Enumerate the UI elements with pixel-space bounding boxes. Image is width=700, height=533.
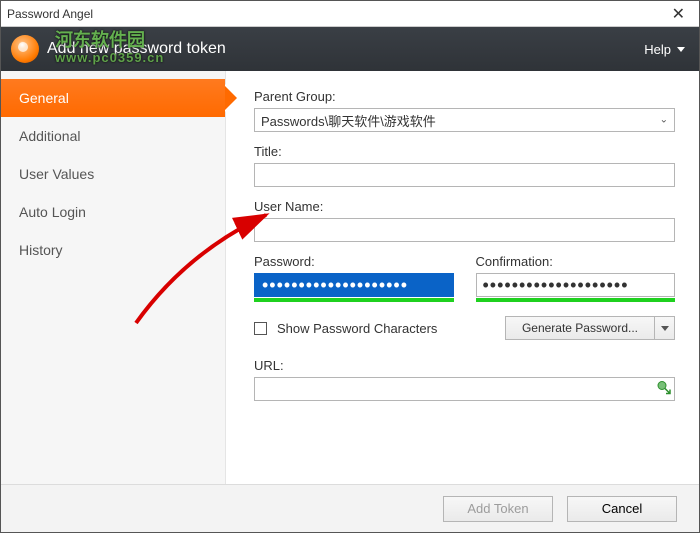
show-password-checkbox[interactable]	[254, 322, 267, 335]
generate-password-dropdown[interactable]	[655, 316, 675, 340]
chevron-down-icon	[661, 326, 669, 331]
url-label: URL:	[254, 358, 675, 373]
title-input[interactable]	[254, 163, 675, 187]
dialog-header: 河东软件园 www.pc0359.cn Add new password tok…	[1, 27, 699, 71]
window-title: Password Angel	[7, 7, 93, 21]
dialog-footer: Add Token Cancel	[1, 484, 699, 532]
username-label: User Name:	[254, 199, 675, 214]
titlebar: Password Angel ✕	[1, 1, 699, 27]
app-logo-icon	[11, 35, 39, 63]
cancel-button[interactable]: Cancel	[567, 496, 677, 522]
open-url-icon[interactable]	[657, 381, 671, 398]
chevron-down-icon: ⌄	[660, 115, 668, 126]
confirmation-input[interactable]: ••••••••••••••••••••	[476, 273, 676, 297]
url-input[interactable]	[254, 377, 675, 401]
tab-auto-login[interactable]: Auto Login	[1, 193, 225, 231]
password-strength-bar	[254, 298, 454, 302]
generate-password-button[interactable]: Generate Password...	[505, 316, 655, 340]
sidebar: General Additional User Values Auto Logi…	[1, 71, 226, 484]
parent-group-label: Parent Group:	[254, 89, 675, 104]
tab-history[interactable]: History	[1, 231, 225, 269]
parent-group-select[interactable]: Passwords\聊天软件\游戏软件 ⌄	[254, 108, 675, 132]
close-icon[interactable]: ✕	[664, 4, 693, 24]
tab-user-values[interactable]: User Values	[1, 155, 225, 193]
title-label: Title:	[254, 144, 675, 159]
confirmation-strength-bar	[476, 298, 676, 302]
chevron-down-icon	[677, 47, 685, 52]
watermark: 河东软件园 www.pc0359.cn	[55, 31, 164, 67]
form-area: Parent Group: Passwords\聊天软件\游戏软件 ⌄ Titl…	[226, 71, 699, 484]
tab-general[interactable]: General	[1, 79, 225, 117]
add-token-button[interactable]: Add Token	[443, 496, 553, 522]
tab-additional[interactable]: Additional	[1, 117, 225, 155]
password-label: Password:	[254, 254, 454, 269]
username-input[interactable]	[254, 218, 675, 242]
confirmation-label: Confirmation:	[476, 254, 676, 269]
password-input[interactable]: ••••••••••••••••••••	[254, 273, 454, 297]
show-password-label[interactable]: Show Password Characters	[277, 321, 437, 336]
help-menu[interactable]: Help	[644, 42, 685, 57]
